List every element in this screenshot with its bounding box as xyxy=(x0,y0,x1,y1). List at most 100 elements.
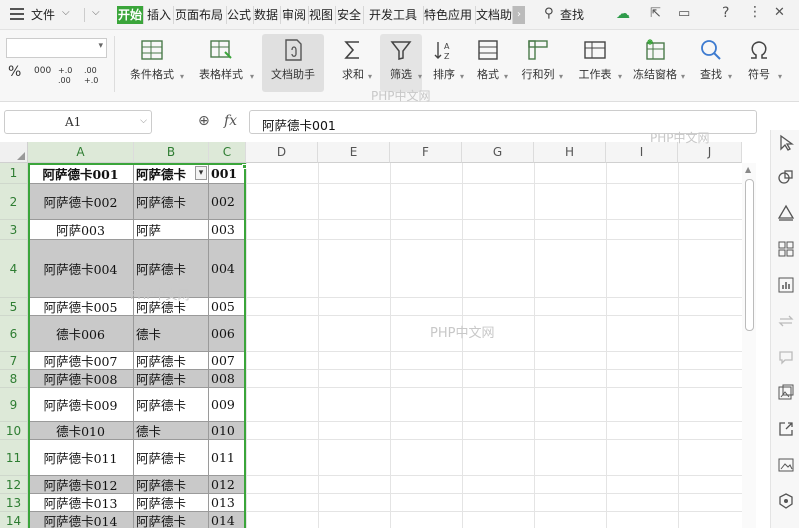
cell-b6[interactable]: 德卡 xyxy=(134,316,209,352)
table-style-button[interactable]: 表格样式 ▾ xyxy=(188,34,254,92)
tab-2[interactable]: 插入 xyxy=(147,6,174,24)
fx-icon[interactable]: fx xyxy=(224,113,237,129)
column-header-b[interactable]: B xyxy=(134,142,209,163)
row-header[interactable]: 7 xyxy=(0,352,28,370)
chevron-down-icon[interactable]: ⌵ xyxy=(62,7,70,18)
cell-a8[interactable]: 阿萨德卡008 xyxy=(28,370,134,388)
row-header[interactable]: 4 xyxy=(0,240,28,298)
row-header[interactable]: 2 xyxy=(0,184,28,220)
chevron-down-icon[interactable]: ⌵ xyxy=(140,116,147,126)
zoom-search-icon[interactable]: ⊕ xyxy=(198,113,210,129)
thousands-button[interactable]: 000 xyxy=(34,66,51,76)
cell-b11[interactable]: 阿萨德卡 xyxy=(134,440,209,476)
cell-a9[interactable]: 阿萨德卡009 xyxy=(28,388,134,422)
cell-b14[interactable]: 阿萨德卡 xyxy=(134,512,209,528)
filter-dropdown-icon[interactable]: ▾ xyxy=(195,166,207,180)
cell-b3[interactable]: 阿萨 xyxy=(134,220,209,240)
row-header[interactable]: 9 xyxy=(0,388,28,422)
quick-access-icon[interactable]: ⌵ xyxy=(92,7,100,18)
cell-c4[interactable]: 004 xyxy=(209,240,246,298)
decrease-decimal-button[interactable]: .00 +.0 xyxy=(84,66,106,86)
cell-a5[interactable]: 阿萨德卡005 xyxy=(28,298,134,316)
cell-c13[interactable]: 013 xyxy=(209,494,246,512)
column-header-a[interactable]: A xyxy=(28,142,134,163)
apps-icon[interactable] xyxy=(777,240,795,258)
column-header-e[interactable]: E xyxy=(318,142,390,163)
cell-c3[interactable]: 003 xyxy=(209,220,246,240)
search-button[interactable]: 查找 ▾ xyxy=(690,34,732,92)
toolbox-icon[interactable]: ▭ xyxy=(678,6,690,21)
search-icon[interactable]: ⚲ xyxy=(544,6,554,21)
cell-b12[interactable]: 阿萨德卡 xyxy=(134,476,209,494)
cell-a10[interactable]: 德卡010 xyxy=(28,422,134,440)
row-header[interactable]: 5 xyxy=(0,298,28,316)
hamburger-icon[interactable] xyxy=(10,8,24,20)
row-header[interactable]: 10 xyxy=(0,422,28,440)
cell-a14[interactable]: 阿萨德卡014 xyxy=(28,512,134,528)
cell-c10[interactable]: 010 xyxy=(209,422,246,440)
cell-b13[interactable]: 阿萨德卡 xyxy=(134,494,209,512)
increase-decimal-button[interactable]: +.0 .00 xyxy=(58,66,80,86)
cell-c5[interactable]: 005 xyxy=(209,298,246,316)
shapes-icon[interactable] xyxy=(777,168,795,186)
cell-c2[interactable]: 002 xyxy=(209,184,246,220)
cell-a7[interactable]: 阿萨德卡007 xyxy=(28,352,134,370)
help-icon[interactable]: ? xyxy=(722,5,729,21)
cell-c12[interactable]: 012 xyxy=(209,476,246,494)
tab-10[interactable]: 特色应用 xyxy=(424,6,476,24)
file-menu[interactable]: 文件 xyxy=(31,6,55,24)
cell-a12[interactable]: 阿萨德卡012 xyxy=(28,476,134,494)
sigma-button[interactable]: 求和 ▾ xyxy=(334,34,372,92)
cell-a6[interactable]: 德卡006 xyxy=(28,316,134,352)
cell-a4[interactable]: 阿萨德卡004 xyxy=(28,240,134,298)
tab-11[interactable]: 文档助 xyxy=(476,6,513,24)
tab-7[interactable]: 视图 xyxy=(309,6,336,24)
row-header[interactable]: 14 xyxy=(0,512,28,528)
column-header-g[interactable]: G xyxy=(462,142,534,163)
spreadsheet-grid[interactable]: ABCDEFGHIJ 1 2 3 4 5 6 7 8 9 10 11 12 13 14 阿萨德卡001 阿萨… xyxy=(0,142,742,528)
comment-icon[interactable] xyxy=(777,348,795,366)
row-header[interactable]: 6 xyxy=(0,316,28,352)
column-header-c[interactable]: C xyxy=(209,142,246,163)
filter-button[interactable]: 筛选 ▾ xyxy=(380,34,422,92)
omega-button[interactable]: 符号 ▾ xyxy=(736,34,782,92)
cell-a13[interactable]: 阿萨德卡013 xyxy=(28,494,134,512)
cell-a3[interactable]: 阿萨003 xyxy=(28,220,134,240)
share-icon[interactable]: ⇱ xyxy=(650,6,661,21)
export-icon[interactable] xyxy=(777,420,795,438)
cell-c9[interactable]: 009 xyxy=(209,388,246,422)
tab-8[interactable]: 安全 xyxy=(337,6,364,24)
picture-icon[interactable] xyxy=(777,384,795,402)
search-command[interactable]: 查找 xyxy=(560,6,584,24)
row-header[interactable]: 3 xyxy=(0,220,28,240)
freeze-button[interactable]: 冻结窗格 ▾ xyxy=(625,34,685,92)
transfer-icon[interactable] xyxy=(777,312,795,330)
sort-button[interactable]: A Z 排序 ▾ xyxy=(424,34,464,92)
fill-handle[interactable] xyxy=(242,164,247,169)
cell-c14[interactable]: 014 xyxy=(209,512,246,528)
cell-b7[interactable]: 阿萨德卡 xyxy=(134,352,209,370)
rows-cols-button[interactable]: 行和列 ▾ xyxy=(513,34,563,92)
cell-c11[interactable]: 011 xyxy=(209,440,246,476)
tab-4[interactable]: 公式 xyxy=(227,6,254,24)
cell-c7[interactable]: 007 xyxy=(209,352,246,370)
collapse-ribbon-icon[interactable]: ✕ xyxy=(774,5,785,20)
column-header-f[interactable]: F xyxy=(390,142,462,163)
cell-b8[interactable]: 阿萨德卡 xyxy=(134,370,209,388)
scrollbar-thumb[interactable] xyxy=(745,179,754,331)
cell-b9[interactable]: 阿萨德卡 xyxy=(134,388,209,422)
shield-icon[interactable] xyxy=(777,492,795,510)
more-icon[interactable]: ⋮ xyxy=(748,4,762,20)
row-header[interactable]: 11 xyxy=(0,440,28,476)
tabs-scroll-right-icon[interactable]: › xyxy=(513,6,525,24)
cell-c6[interactable]: 006 xyxy=(209,316,246,352)
column-header-h[interactable]: H xyxy=(534,142,606,163)
cell-c8[interactable]: 008 xyxy=(209,370,246,388)
vertical-scrollbar[interactable]: ▲ xyxy=(742,163,756,528)
scroll-up-icon[interactable]: ▲ xyxy=(745,165,751,174)
worksheet-button[interactable]: 工作表 ▾ xyxy=(568,34,622,92)
style-icon[interactable] xyxy=(777,204,795,222)
format-button[interactable]: 格式 ▾ xyxy=(468,34,508,92)
column-header-d[interactable]: D xyxy=(246,142,318,163)
number-format-dropdown[interactable]: ▾ xyxy=(6,38,107,58)
